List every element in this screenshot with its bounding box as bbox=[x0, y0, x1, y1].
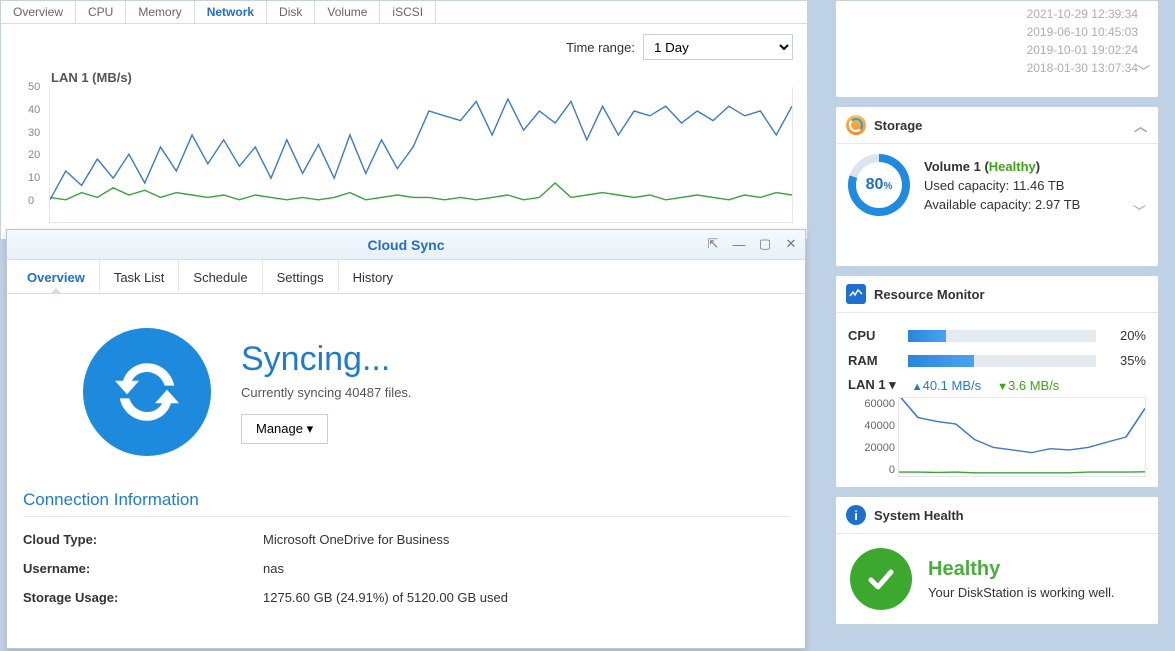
ram-row: RAM 35% bbox=[848, 348, 1146, 373]
resource-monitor-icon bbox=[846, 284, 866, 304]
lan-chart: 50403020100 220002040608101214161820 bbox=[49, 87, 793, 223]
tab-cpu[interactable]: CPU bbox=[76, 1, 126, 23]
download-arrow-icon: ▼ bbox=[997, 381, 1008, 393]
cloud-sync-title: Cloud Sync bbox=[367, 237, 444, 253]
cs-tab-overview[interactable]: Overview bbox=[13, 260, 100, 293]
storage-widget: Storage ︿ 80% Volume 1 (Healthy) Used ca… bbox=[835, 106, 1159, 267]
chevron-down-icon[interactable]: ﹀ bbox=[1137, 61, 1150, 80]
sync-status-title: Syncing... bbox=[241, 340, 412, 379]
log-row: 2019-06-10 10:45:03 bbox=[838, 23, 1156, 41]
log-row: 2019-10-01 19:02:24 bbox=[838, 41, 1156, 59]
checkmark-icon bbox=[850, 548, 912, 610]
tab-disk[interactable]: Disk bbox=[267, 1, 315, 23]
tab-iscsi[interactable]: iSCSI bbox=[380, 1, 436, 23]
kv-username: Username:nas bbox=[23, 554, 789, 583]
tab-memory[interactable]: Memory bbox=[126, 1, 194, 23]
log-row: 2018-01-30 13:07:34 bbox=[838, 59, 1156, 77]
lan-row: LAN 1 ▾ ▲40.1 MB/s ▼3.6 MB/s bbox=[848, 373, 1146, 393]
tab-overview[interactable]: Overview bbox=[1, 1, 76, 23]
rmon-title: Resource Monitor bbox=[874, 287, 985, 302]
log-widget: 2021-10-29 12:39:34 2019-06-10 10:45:03 … bbox=[835, 0, 1159, 98]
pin-icon[interactable]: ⇱ bbox=[705, 236, 721, 252]
cs-tab-task-list[interactable]: Task List bbox=[100, 260, 180, 293]
resource-monitor-widget: Resource Monitor CPU 20% RAM 35% LAN 1 ▾… bbox=[835, 275, 1159, 488]
system-health-widget: i System Health Healthy Your DiskStation… bbox=[835, 496, 1159, 625]
kv-storage-usage: Storage Usage:1275.60 GB (24.91%) of 512… bbox=[23, 583, 789, 612]
cloud-sync-window: Cloud Sync ⇱ — ▢ ✕ Overview Task List Sc… bbox=[6, 229, 806, 649]
chevron-down-icon[interactable]: ﹀ bbox=[1133, 201, 1146, 220]
mini-lan-chart: 6000040000200000 bbox=[898, 397, 1146, 477]
cloud-sync-tabs: Overview Task List Schedule Settings His… bbox=[7, 260, 805, 294]
cs-tab-settings[interactable]: Settings bbox=[263, 260, 339, 293]
sidebar: 2021-10-29 12:39:34 2019-06-10 10:45:03 … bbox=[835, 0, 1159, 625]
storage-icon bbox=[846, 115, 866, 135]
time-range-label: Time range: bbox=[566, 40, 635, 55]
sync-icon bbox=[83, 328, 211, 456]
divider bbox=[23, 516, 789, 517]
storage-header: Storage ︿ bbox=[836, 107, 1158, 144]
cs-tab-history[interactable]: History bbox=[339, 260, 407, 293]
sync-status-sub: Currently syncing 40487 files. bbox=[241, 385, 412, 400]
chevron-up-icon[interactable]: ︿ bbox=[1134, 116, 1147, 135]
upload-arrow-icon: ▲ bbox=[912, 381, 923, 393]
health-sub: Your DiskStation is working well. bbox=[928, 585, 1115, 600]
cloud-sync-titlebar[interactable]: Cloud Sync ⇱ — ▢ ✕ bbox=[7, 230, 805, 260]
storage-donut: 80% bbox=[848, 154, 910, 216]
tab-volume[interactable]: Volume bbox=[315, 1, 380, 23]
maximize-icon[interactable]: ▢ bbox=[757, 236, 773, 252]
kv-cloud-type: Cloud Type:Microsoft OneDrive for Busine… bbox=[23, 525, 789, 554]
health-title: System Health bbox=[874, 508, 964, 523]
lan-chart-title: LAN 1 (MB/s) bbox=[1, 70, 807, 87]
close-icon[interactable]: ✕ bbox=[783, 236, 799, 252]
cpu-row: CPU 20% bbox=[848, 323, 1146, 348]
manage-button[interactable]: Manage ▾ bbox=[241, 414, 328, 444]
storage-info: Volume 1 (Healthy) Used capacity: 11.46 … bbox=[924, 157, 1080, 214]
lan-chart-yaxis: 50403020100 bbox=[28, 81, 40, 207]
health-header: i System Health bbox=[836, 497, 1158, 534]
health-status: Healthy bbox=[928, 558, 1115, 581]
time-range-select[interactable]: 1 Day bbox=[643, 34, 793, 60]
tab-network[interactable]: Network bbox=[195, 1, 267, 23]
rm-tabs: Overview CPU Memory Network Disk Volume … bbox=[1, 1, 807, 24]
cs-tab-schedule[interactable]: Schedule bbox=[179, 260, 262, 293]
storage-title: Storage bbox=[874, 118, 922, 133]
connection-info-heading: Connection Information bbox=[23, 490, 789, 510]
rmon-header: Resource Monitor bbox=[836, 276, 1158, 313]
resource-monitor-window: Overview CPU Memory Network Disk Volume … bbox=[0, 0, 808, 240]
minimize-icon[interactable]: — bbox=[731, 236, 747, 252]
info-icon: i bbox=[846, 505, 866, 525]
log-row: 2021-10-29 12:39:34 bbox=[838, 5, 1156, 23]
